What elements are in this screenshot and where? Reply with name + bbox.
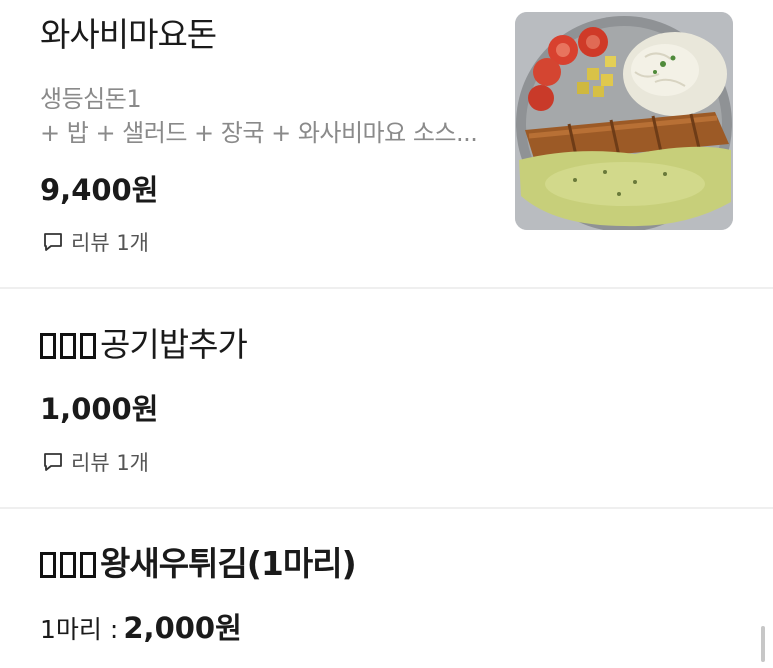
- menu-item-description-extra: + 밥 + 샐러드 + 장국 + 와사비마요 소스...: [40, 119, 478, 147]
- menu-item-price: 1,000원: [40, 392, 159, 426]
- review-count[interactable]: 리뷰 1개: [42, 448, 149, 476]
- missing-glyph-boxes: [40, 325, 100, 364]
- menu-item-price: 9,400원: [40, 173, 159, 207]
- menu-item-extra-rice[interactable]: 공기밥추가 1,000원 리뷰 1개: [0, 289, 773, 507]
- menu-item-description: 생등심돈1: [40, 85, 142, 113]
- missing-glyph-boxes: [40, 544, 100, 583]
- review-count-label: 리뷰 1개: [71, 231, 149, 255]
- review-count[interactable]: 리뷰 1개: [42, 228, 149, 256]
- menu-item-price: 2,000원: [123, 611, 242, 645]
- review-count-label: 리뷰 1개: [71, 451, 149, 475]
- speech-bubble-icon: [42, 231, 64, 253]
- menu-item-title: 왕새우튀김(1마리): [40, 544, 357, 584]
- menu-item-price-row: 1마리 : 2,000원: [40, 610, 242, 651]
- menu-item-title: 와사비마요돈: [40, 15, 217, 54]
- dish-photo: [515, 12, 733, 230]
- speech-bubble-icon: [42, 451, 64, 473]
- quantity-label: 1마리 :: [40, 615, 119, 644]
- menu-item-title: 공기밥추가: [40, 325, 248, 365]
- menu-item-king-shrimp-tempura[interactable]: 왕새우튀김(1마리) 1마리 : 2,000원: [0, 509, 773, 668]
- scrollbar[interactable]: [761, 626, 765, 662]
- menu-item-wasabi-mayo-don[interactable]: 와사비마요돈 생등심돈1 + 밥 + 샐러드 + 장국 + 와사비마요 소스..…: [0, 0, 773, 288]
